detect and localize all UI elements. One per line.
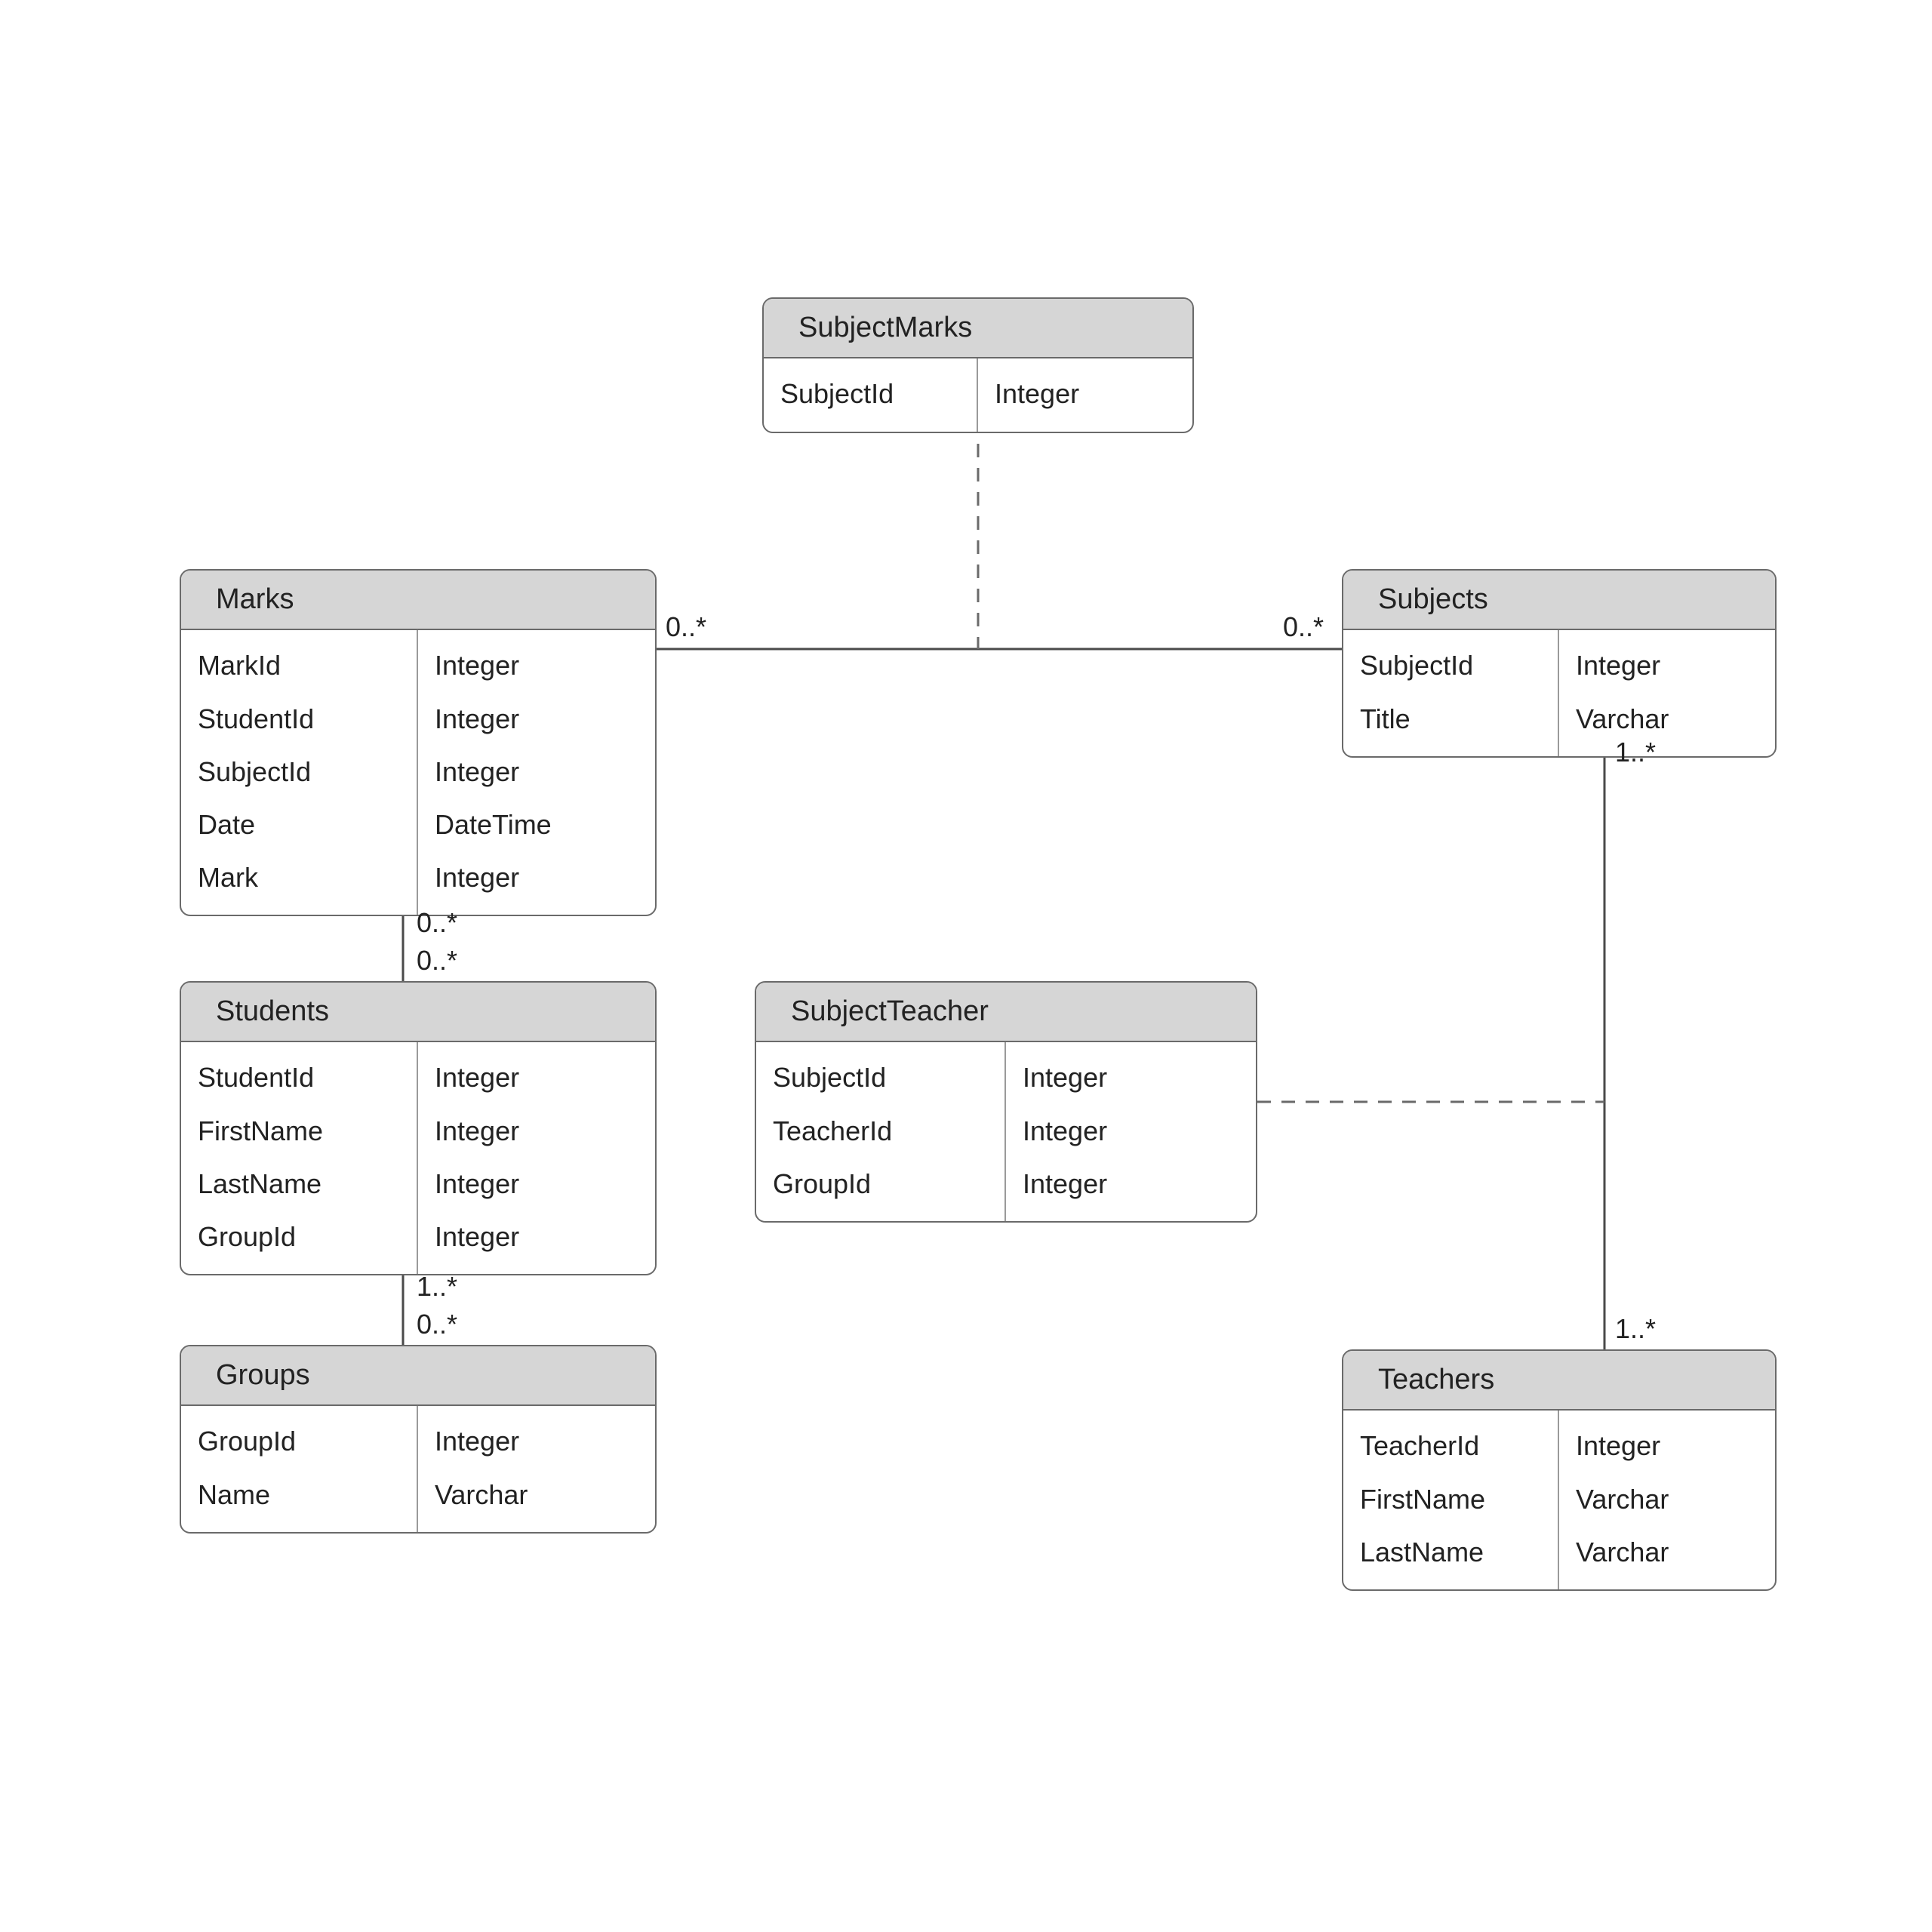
field-type: Varchar (1576, 1473, 1775, 1526)
multiplicity-label: 1..* (1615, 737, 1656, 768)
multiplicity-label: 1..* (1615, 1313, 1656, 1345)
field-names: SubjectId (764, 358, 978, 431)
entity-students: Students StudentId FirstName LastName Gr… (180, 981, 657, 1275)
multiplicity-label: 0..* (666, 611, 706, 643)
field-type: Integer (435, 746, 655, 798)
field-name: TeacherId (1360, 1420, 1558, 1472)
entity-subjects: Subjects SubjectId Title Integer Varchar (1342, 569, 1777, 758)
field-type: Integer (435, 1211, 655, 1263)
field-type: Integer (435, 851, 655, 904)
field-name: SubjectId (773, 1051, 1004, 1104)
field-type: Integer (1576, 1420, 1775, 1472)
field-name: GroupId (773, 1158, 1004, 1211)
field-type: DateTime (435, 798, 655, 851)
field-name: SubjectId (1360, 639, 1558, 692)
field-name: Title (1360, 693, 1558, 746)
entity-title: SubjectTeacher (756, 983, 1256, 1042)
multiplicity-label: 0..* (417, 1309, 457, 1340)
er-diagram-canvas: SubjectMarks SubjectId Integer Marks Mar… (0, 0, 1932, 1932)
entity-title: Groups (181, 1346, 655, 1406)
entity-title: Students (181, 983, 655, 1042)
field-type: Integer (1576, 639, 1775, 692)
entity-title: SubjectMarks (764, 299, 1192, 358)
field-name: Mark (198, 851, 417, 904)
field-type: Integer (435, 1105, 655, 1158)
field-type: Integer (1023, 1158, 1256, 1211)
multiplicity-label: 0..* (417, 907, 457, 939)
field-name: LastName (198, 1158, 417, 1211)
field-type: Integer (995, 368, 1192, 420)
field-types: Integer Integer Integer Integer (418, 1042, 655, 1274)
entity-title: Subjects (1343, 571, 1775, 630)
field-types: Integer Integer Integer DateTime Integer (418, 630, 655, 915)
entity-teachers: Teachers TeacherId FirstName LastName In… (1342, 1349, 1777, 1591)
field-types: Integer Varchar Varchar (1559, 1411, 1775, 1589)
field-name: StudentId (198, 693, 417, 746)
field-name: Name (198, 1469, 417, 1521)
field-names: MarkId StudentId SubjectId Date Mark (181, 630, 418, 915)
field-name: SubjectId (780, 368, 977, 420)
field-name: FirstName (1360, 1473, 1558, 1526)
field-types: Integer Varchar (1559, 630, 1775, 755)
field-names: SubjectId Title (1343, 630, 1559, 755)
field-name: GroupId (198, 1415, 417, 1468)
multiplicity-label: 0..* (417, 945, 457, 977)
field-type: Integer (435, 1158, 655, 1211)
field-type: Integer (1023, 1105, 1256, 1158)
field-type: Varchar (1576, 1526, 1775, 1579)
field-name: MarkId (198, 639, 417, 692)
field-name: SubjectId (198, 746, 417, 798)
entity-marks: Marks MarkId StudentId SubjectId Date Ma… (180, 569, 657, 916)
field-type: Integer (435, 693, 655, 746)
field-name: TeacherId (773, 1105, 1004, 1158)
field-name: GroupId (198, 1211, 417, 1263)
field-types: Integer (978, 358, 1192, 431)
field-name: StudentId (198, 1051, 417, 1104)
entity-subject-marks: SubjectMarks SubjectId Integer (762, 297, 1194, 433)
field-type: Integer (435, 639, 655, 692)
field-names: GroupId Name (181, 1406, 418, 1531)
field-types: Integer Integer Integer (1006, 1042, 1256, 1221)
field-names: SubjectId TeacherId GroupId (756, 1042, 1006, 1221)
field-names: StudentId FirstName LastName GroupId (181, 1042, 418, 1274)
field-types: Integer Varchar (418, 1406, 655, 1531)
entity-title: Teachers (1343, 1351, 1775, 1411)
entity-groups: Groups GroupId Name Integer Varchar (180, 1345, 657, 1534)
field-names: TeacherId FirstName LastName (1343, 1411, 1559, 1589)
field-name: Date (198, 798, 417, 851)
multiplicity-label: 1..* (417, 1271, 457, 1303)
field-type: Varchar (1576, 693, 1775, 746)
field-type: Varchar (435, 1469, 655, 1521)
field-name: FirstName (198, 1105, 417, 1158)
field-type: Integer (435, 1415, 655, 1468)
entity-subject-teacher: SubjectTeacher SubjectId TeacherId Group… (755, 981, 1257, 1223)
entity-title: Marks (181, 571, 655, 630)
field-type: Integer (435, 1051, 655, 1104)
multiplicity-label: 0..* (1283, 611, 1324, 643)
connector-lines (0, 0, 1932, 1932)
field-type: Integer (1023, 1051, 1256, 1104)
field-name: LastName (1360, 1526, 1558, 1579)
